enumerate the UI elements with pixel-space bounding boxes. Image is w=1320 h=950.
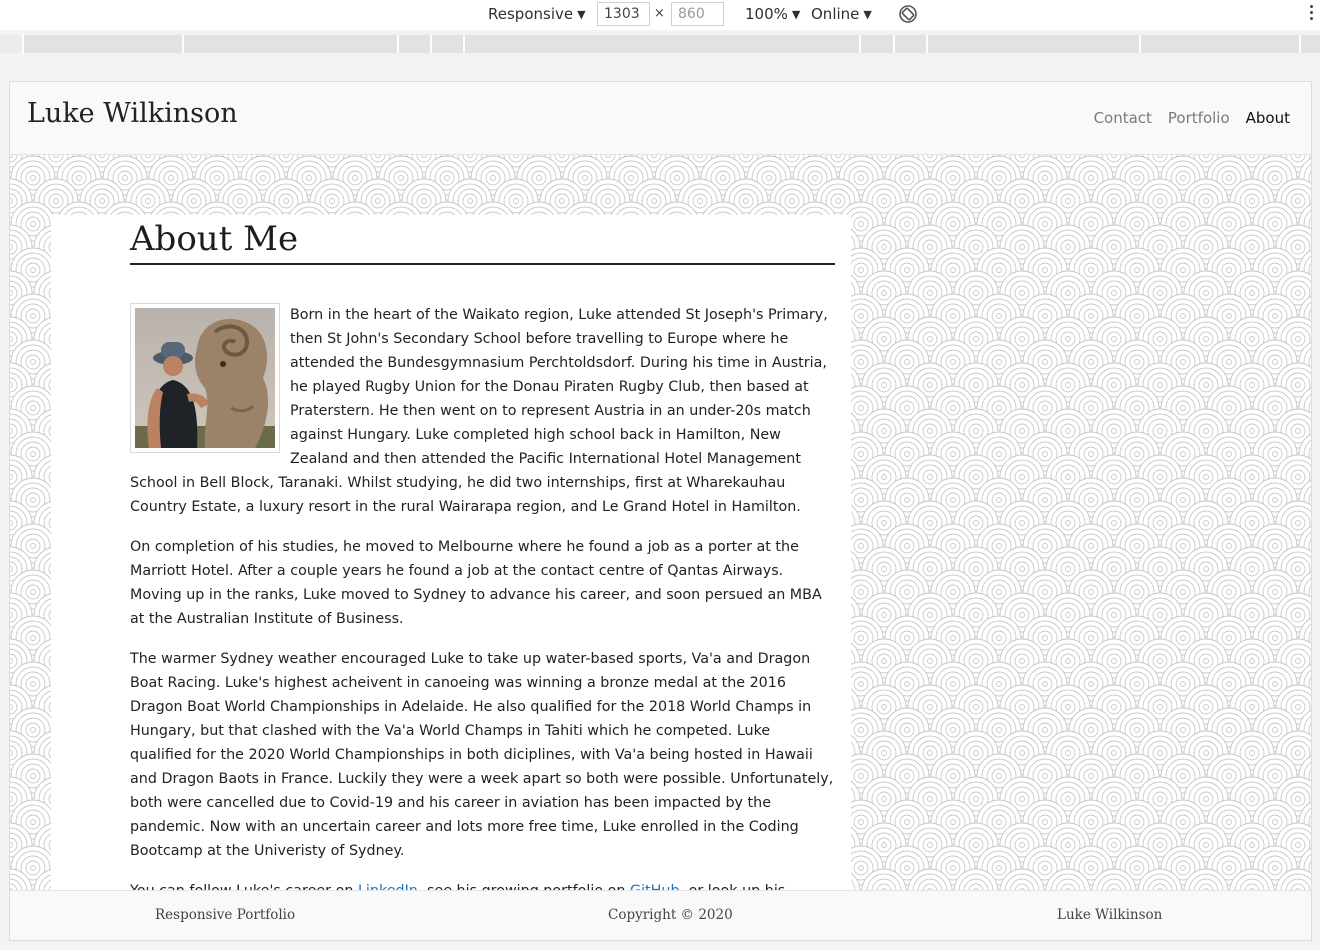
nav-portfolio[interactable]: Portfolio <box>1168 109 1230 127</box>
viewport-height-input[interactable]: 860 <box>671 2 724 26</box>
nav-contact[interactable]: Contact <box>1094 109 1152 127</box>
navbar: Luke Wilkinson Contact Portfolio About <box>10 82 1311 155</box>
chevron-down-icon: ▼ <box>577 7 586 21</box>
rotate-icon[interactable] <box>898 4 918 24</box>
devtools-toolbar: Responsive ▼ 1303 × 860 100% ▼ Online ▼ <box>0 0 1320 30</box>
brand-title[interactable]: Luke Wilkinson <box>27 98 238 129</box>
heading-divider <box>130 263 835 265</box>
chevron-down-icon: ▼ <box>791 7 801 21</box>
zoom-select-label: 100% <box>745 5 788 23</box>
media-query-ruler <box>0 35 1320 53</box>
page-viewport: Luke Wilkinson Contact Portfolio About A… <box>9 81 1312 941</box>
network-select[interactable]: Online ▼ <box>811 5 872 23</box>
page-title: About Me <box>130 219 299 259</box>
zoom-select[interactable]: 100% ▼ <box>745 5 800 23</box>
footer-right: Luke Wilkinson <box>1057 907 1163 923</box>
paragraph-2: On completion of his studies, he moved t… <box>130 539 822 627</box>
network-select-label: Online <box>811 5 860 23</box>
footer: Responsive Portfolio Copyright © 2020 Lu… <box>10 890 1311 940</box>
footer-copyright: Copyright © 2020 <box>608 907 733 923</box>
nav-links: Contact Portfolio About <box>1094 109 1290 127</box>
chevron-down-icon: ▼ <box>863 7 872 21</box>
device-select[interactable]: Responsive ▼ <box>488 5 586 23</box>
profile-photo <box>130 303 280 453</box>
dimension-separator: × <box>654 6 665 21</box>
footer-left: Responsive Portfolio <box>155 907 296 923</box>
paragraph-3: The warmer Sydney weather encouraged Luk… <box>130 651 834 859</box>
about-text: Born in the heart of the Waikato region,… <box>130 303 835 891</box>
device-select-label: Responsive <box>488 5 574 23</box>
viewport-width-input[interactable]: 1303 <box>597 2 650 26</box>
about-card: About Me Born in the heart of the Waikat… <box>51 215 851 891</box>
nav-about[interactable]: About <box>1246 109 1290 127</box>
more-options-icon[interactable] <box>1309 5 1315 25</box>
